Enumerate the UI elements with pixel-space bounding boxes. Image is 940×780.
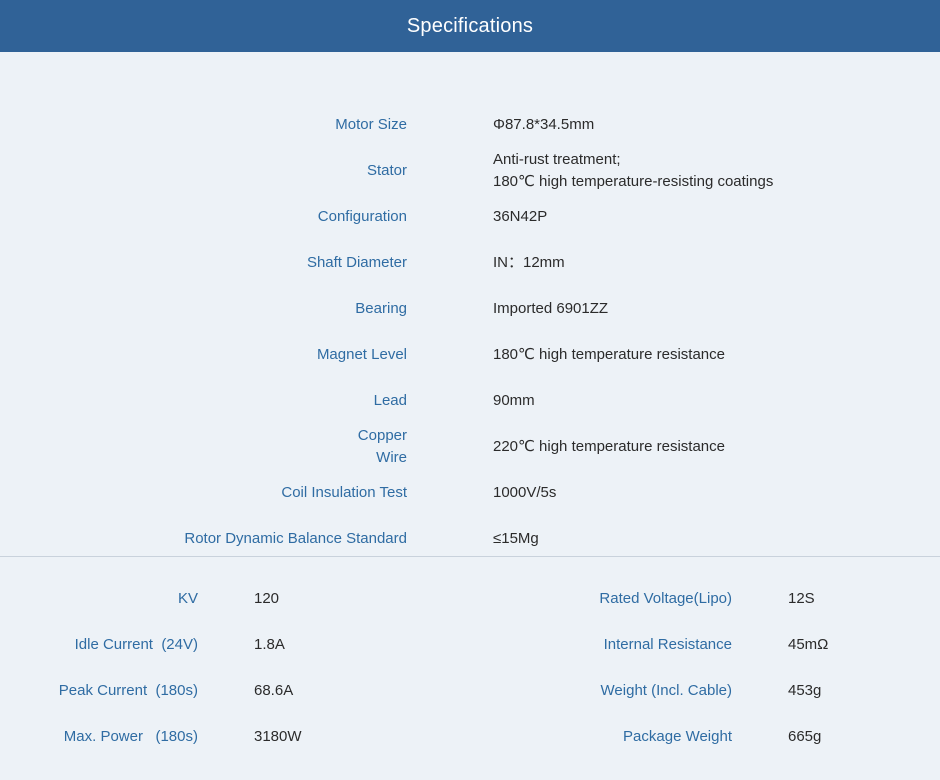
spec-value: Φ87.8*34.5mm bbox=[493, 116, 595, 133]
spec-label: Copper Wire bbox=[358, 425, 407, 469]
spec-row-bearing: Bearing Imported 6901ZZ bbox=[0, 286, 940, 332]
param-row: KV 120 Rated Voltage(Lipo) 12S bbox=[0, 576, 940, 622]
spec-row-magnet-level: Magnet Level 180℃ high temperature resis… bbox=[0, 332, 940, 378]
param-value: 3180W bbox=[254, 728, 302, 745]
param-grid: KV 120 Rated Voltage(Lipo) 12S Idle Curr… bbox=[0, 576, 940, 760]
param-label: Internal Resistance bbox=[603, 636, 732, 653]
spec-label: Stator bbox=[366, 162, 407, 179]
spec-value: 1000V/5s bbox=[493, 484, 557, 501]
spec-value: 36N42P bbox=[493, 208, 548, 225]
param-value: 68.6A bbox=[254, 682, 294, 699]
spec-label: Bearing bbox=[355, 300, 407, 317]
spec-label: Configuration bbox=[317, 208, 407, 225]
param-row: Peak Current (180s) 68.6A Weight (Incl. … bbox=[0, 668, 940, 714]
param-label: Max. Power (180s) bbox=[63, 728, 198, 745]
spec-row-coil-insulation: Coil Insulation Test 1000V/5s bbox=[0, 470, 940, 516]
spec-value: ≤15Mg bbox=[493, 530, 539, 547]
param-value: 453g bbox=[788, 682, 822, 699]
spec-value: 180℃ high temperature resistance bbox=[493, 346, 725, 363]
spec-list: Motor Size Φ87.8*34.5mm Stator Anti-rust… bbox=[0, 52, 940, 562]
spec-row-lead: Lead 90mm bbox=[0, 378, 940, 424]
spec-label-line: Copper bbox=[357, 427, 407, 444]
page-title: Specifications bbox=[406, 14, 534, 37]
param-value: 1.8A bbox=[254, 636, 285, 653]
header-bar: Specifications bbox=[0, 0, 940, 52]
param-value: 45mΩ bbox=[788, 636, 829, 653]
spec-row-stator: Stator Anti-rust treatment; 180℃ high te… bbox=[0, 148, 940, 194]
spec-value-line: 180℃ high temperature-resisting coatings bbox=[493, 173, 774, 190]
spec-row-motor-size: Motor Size Φ87.8*34.5mm bbox=[0, 102, 940, 148]
param-value: 665g bbox=[788, 728, 822, 745]
section-divider bbox=[0, 556, 940, 557]
spec-row-shaft-diameter: Shaft Diameter IN：12mm bbox=[0, 240, 940, 286]
spec-label: Magnet Level bbox=[316, 346, 407, 363]
param-label: Idle Current (24V) bbox=[74, 636, 198, 653]
spec-label: Lead bbox=[373, 392, 407, 409]
param-label: Weight (Incl. Cable) bbox=[600, 682, 732, 699]
spec-value: Imported 6901ZZ bbox=[493, 300, 609, 317]
spec-value: IN：12mm bbox=[493, 254, 565, 271]
spec-value: 90mm bbox=[493, 392, 535, 409]
param-value: 120 bbox=[254, 590, 280, 607]
spec-value: 220℃ high temperature resistance bbox=[493, 438, 725, 455]
spec-label-line: Wire bbox=[376, 449, 407, 466]
spec-value-line: Anti-rust treatment; bbox=[493, 151, 621, 168]
param-value: 12S bbox=[788, 590, 815, 607]
param-row: Max. Power (180s) 3180W Package Weight 6… bbox=[0, 714, 940, 760]
spec-value: Anti-rust treatment; 180℃ high temperatu… bbox=[493, 149, 923, 193]
spec-row-copper-wire: Copper Wire 220℃ high temperature resist… bbox=[0, 424, 940, 470]
spec-row-configuration: Configuration 36N42P bbox=[0, 194, 940, 240]
spec-label: Coil Insulation Test bbox=[281, 484, 407, 501]
spec-label: Rotor Dynamic Balance Standard bbox=[184, 530, 407, 547]
param-row: Idle Current (24V) 1.8A Internal Resista… bbox=[0, 622, 940, 668]
spec-label: Motor Size bbox=[335, 116, 407, 133]
spec-label: Shaft Diameter bbox=[306, 254, 407, 271]
param-label: Rated Voltage(Lipo) bbox=[599, 590, 732, 607]
param-label: Peak Current (180s) bbox=[58, 682, 198, 699]
param-label: KV bbox=[177, 590, 198, 607]
param-label: Package Weight bbox=[623, 728, 732, 745]
